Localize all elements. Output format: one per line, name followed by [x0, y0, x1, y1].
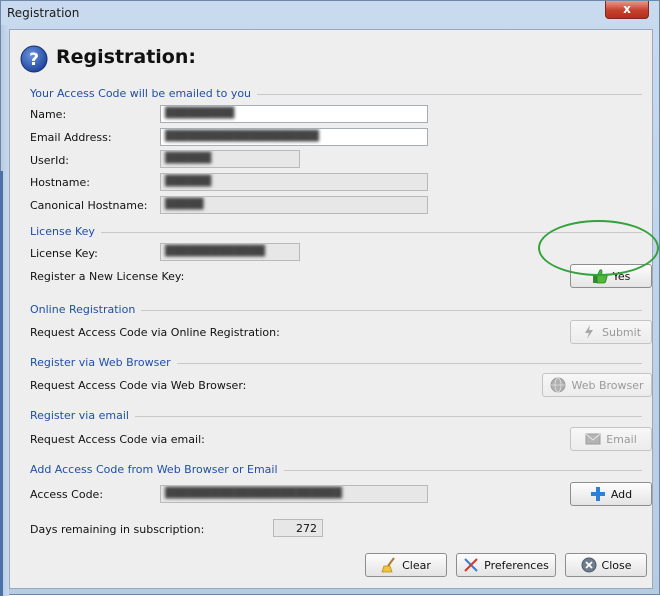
window-title: Registration [7, 6, 80, 20]
section-title-access: Your Access Code will be emailed to you [30, 87, 258, 100]
name-field[interactable]: █████████ [160, 105, 428, 123]
plus-icon [590, 487, 605, 501]
section-title-online: Online Registration [30, 303, 142, 316]
page-title: Registration: [56, 46, 196, 68]
close-button[interactable]: Close [565, 553, 647, 577]
broom-icon [381, 557, 395, 573]
hostname-value: ██████ [165, 176, 212, 187]
email-button[interactable]: Email [570, 427, 652, 451]
title-bar[interactable]: Registration x [1, 1, 659, 25]
days-remaining-value: 272 [296, 522, 317, 535]
hostname-field: ██████ [160, 173, 428, 191]
email-request-label: Request Access Code via email: [30, 433, 205, 446]
section-title-email: Register via email [30, 409, 135, 422]
canonical-hostname-label: Canonical Hostname: [30, 199, 148, 212]
hostname-label: Hostname: [30, 176, 90, 189]
globe-icon [550, 377, 566, 393]
svg-text:?: ? [29, 50, 39, 70]
help-icon: ? [20, 45, 48, 73]
section-title-web: Register via Web Browser [30, 356, 177, 369]
section-title-license: License Key [30, 225, 101, 238]
clear-button-label: Clear [402, 558, 431, 572]
lightning-icon [584, 325, 593, 339]
section-web-browser: Register via Web Browser [30, 356, 654, 370]
canonical-hostname-field: █████ [160, 196, 428, 214]
close-circle-icon [581, 557, 597, 573]
userid-label: UserId: [30, 154, 70, 167]
tools-icon [464, 558, 478, 572]
register-new-license-label: Register a New License Key: [30, 270, 185, 283]
license-key-value: █████████████ [165, 246, 265, 257]
dialog-content: ? Registration: Your Access Code will be… [9, 29, 653, 589]
license-key-field: █████████████ [160, 243, 300, 261]
userid-value: ██████ [165, 153, 212, 164]
email-button-label: Email [606, 432, 637, 446]
preferences-button-label: Preferences [484, 558, 549, 572]
background-edge [0, 171, 3, 596]
access-code-value: ███████████████████████ [165, 488, 342, 499]
license-key-label: License Key: [30, 247, 98, 260]
userid-field: ██████ [160, 150, 300, 168]
add-button-label: Add [610, 487, 633, 501]
online-registration-label: Request Access Code via Online Registrat… [30, 326, 280, 339]
preferences-button[interactable]: Preferences [456, 553, 556, 577]
section-register-email: Register via email [30, 409, 654, 423]
close-button-label: Close [601, 558, 632, 572]
registration-window: Registration x ? Registration: Your Acce… [0, 0, 660, 596]
access-code-label: Access Code: [30, 488, 104, 501]
name-value: █████████ [165, 108, 235, 119]
email-value: ████████████████████ [165, 131, 319, 142]
submit-button[interactable]: Submit [570, 320, 652, 344]
window-close-button[interactable]: x [605, 1, 649, 19]
web-browser-button[interactable]: Web Browser [542, 373, 652, 397]
add-button[interactable]: Add [570, 482, 652, 506]
close-icon: x [623, 2, 631, 16]
web-browser-label: Request Access Code via Web Browser: [30, 379, 247, 392]
clear-button[interactable]: Clear [365, 553, 447, 577]
access-code-field[interactable]: ███████████████████████ [160, 485, 428, 503]
email-label: Email Address: [30, 131, 112, 144]
name-label: Name: [30, 108, 67, 121]
highlight-oval [538, 220, 659, 276]
canonical-hostname-value: █████ [165, 199, 204, 210]
section-add-access-code: Add Access Code from Web Browser or Emai… [30, 463, 654, 477]
days-remaining-label: Days remaining in subscription: [30, 523, 205, 536]
days-remaining-field: 272 [273, 519, 323, 537]
email-field[interactable]: ████████████████████ [160, 128, 428, 146]
section-access-code: Your Access Code will be emailed to you [30, 87, 654, 101]
section-online-registration: Online Registration [30, 303, 654, 317]
submit-button-label: Submit [601, 325, 642, 339]
web-browser-button-label: Web Browser [571, 378, 644, 392]
section-title-add: Add Access Code from Web Browser or Emai… [30, 463, 284, 476]
email-icon [585, 433, 601, 445]
